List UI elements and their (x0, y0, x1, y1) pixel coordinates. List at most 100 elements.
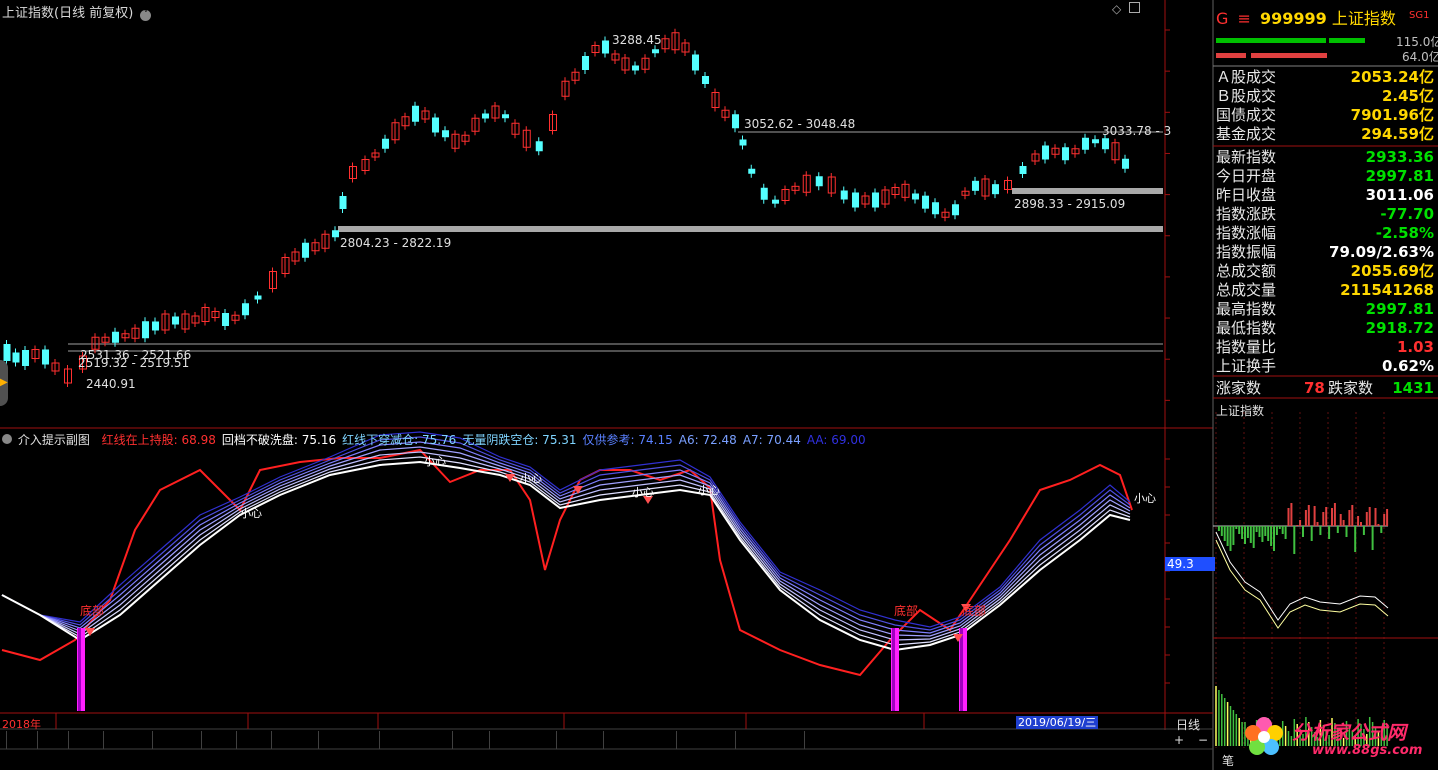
range-mid-annotation: 2804.23 - 2822.19 (340, 236, 452, 250)
quote-label: Ａ股成交 (1216, 68, 1277, 86)
quote-row: 最新指数 2933.36 (1216, 148, 1436, 167)
candle-down (632, 65, 639, 71)
range-low-b-annotation: 2519.32 - 2519.51 (78, 356, 190, 370)
candle-down (382, 138, 389, 149)
quote-row: 昨日收盘 3011.06 (1216, 186, 1436, 205)
date-highlight: 2019/06/19/三 (1016, 716, 1099, 729)
maximize-icon[interactable] (1129, 2, 1141, 13)
fall-label: 跌家数 (1328, 379, 1374, 397)
quote-label: 指数量比 (1216, 338, 1277, 356)
toolbar-button[interactable] (446, 731, 453, 749)
candle-down (932, 202, 939, 215)
candle-down (502, 114, 509, 119)
careful-label-4: 小心 (632, 486, 654, 499)
sub-chart-settings-icon[interactable] (2, 434, 12, 444)
zoom-out-button[interactable]: − (1198, 733, 1208, 747)
quote-value: 211541268 (1340, 281, 1434, 299)
toolbar-button[interactable] (62, 731, 69, 749)
indicator-band-line (1, 446, 1131, 637)
candle-down (652, 49, 659, 54)
toolbar-button[interactable] (550, 731, 557, 749)
candle-down (840, 190, 848, 200)
stock-name: 上证指数 (1331, 9, 1396, 28)
left-scroll-handle[interactable]: ▶ (0, 360, 8, 406)
toolbar-button[interactable] (31, 731, 38, 749)
toolbar-button[interactable] (798, 731, 805, 749)
quote-row: 指数振幅 79.09/2.63% (1216, 243, 1436, 262)
quote-label: Ｂ股成交 (1216, 87, 1277, 105)
quote-label: 指数涨跌 (1216, 205, 1277, 223)
candle-down (1102, 138, 1109, 150)
toolbar-button[interactable] (97, 731, 104, 749)
quote-value: 294.59亿 (1361, 125, 1434, 143)
candle-down (254, 295, 262, 300)
range-right-top-annotation: 3033.78 - 3 (1102, 124, 1172, 138)
period-button[interactable]: 日线 (1176, 716, 1200, 733)
toolbar-button[interactable] (373, 731, 380, 749)
careful-label-3: 小心 (520, 472, 542, 485)
sub-chart-legend: 红线在上持股: 68.98 回档不破洗盘: 75.16 红线下穿减仓: 75.76 无… (102, 433, 872, 447)
toolbar-button[interactable] (230, 731, 237, 749)
candle-down (732, 114, 739, 129)
bottom-tab[interactable] (44, 750, 52, 768)
toolbar-button[interactable] (146, 731, 153, 749)
watermark-url: www.88gs.com (1312, 743, 1423, 758)
fall-value: 1431 (1392, 379, 1434, 397)
candle-down (912, 193, 919, 200)
chart-corner-icons: ◇ (1112, 2, 1141, 16)
candle-down (748, 168, 756, 174)
quote-value: -77.70 (1380, 205, 1434, 223)
menu-icon[interactable]: ≡ (1238, 9, 1251, 28)
zoom-in-button[interactable]: + (1174, 733, 1184, 747)
quote-value: 2933.36 (1365, 148, 1434, 166)
advance-decline: 涨家数 78 跌家数 1431 (1216, 378, 1436, 398)
toolbar-button[interactable] (312, 731, 319, 749)
careful-label-5: 小心 (698, 484, 720, 497)
candle-down (142, 321, 149, 339)
candle-down (582, 56, 589, 70)
candle-down (1122, 158, 1129, 169)
quote-value: -2.58% (1375, 224, 1434, 242)
title-dropdown-icon[interactable]: ˅ (140, 10, 152, 21)
quote-header: G ≡ 999999 上证指数 (1216, 5, 1396, 29)
toolbar-button[interactable] (670, 731, 677, 749)
legend-item: 红线在上持股: 68.98 (101, 433, 216, 447)
sub-chart-header: 介入提示副图 红线在上持股: 68.98 回档不破洗盘: 75.16 红线下穿减仓:… (2, 431, 872, 448)
quote-value: 0.62% (1381, 357, 1434, 375)
careful-label-6: 小心 (1134, 492, 1156, 505)
toolbar-button[interactable] (265, 731, 272, 749)
volume-bar-green-1 (1216, 38, 1326, 43)
quote-row: 国债成交 7901.96亿 (1216, 106, 1436, 125)
quote-label: 最低指数 (1216, 319, 1277, 337)
diamond-icon[interactable]: ◇ (1112, 2, 1121, 16)
bottom-label-3: 底部 (962, 604, 987, 618)
candle-down (22, 350, 29, 366)
quote-value: 2055.69亿 (1350, 262, 1434, 280)
quote-label: 国债成交 (1216, 106, 1277, 124)
range-band-mid (338, 226, 1163, 232)
stock-code: 999999 (1260, 9, 1327, 28)
watermark-title: 分析家公式网 (1292, 722, 1407, 744)
buy-signal-bar-shade (892, 628, 895, 711)
toolbar-button[interactable] (0, 731, 7, 749)
sub-chart-title[interactable]: 介入提示副图 (18, 433, 90, 447)
quote-value: 2918.72 (1365, 319, 1434, 337)
quote-row: 指数涨幅 -2.58% (1216, 224, 1436, 243)
candle-down (412, 105, 419, 122)
candle-down (972, 180, 979, 191)
quote-value: 79.09/2.63% (1329, 243, 1434, 261)
legend-item: A7: 70.44 (742, 433, 801, 447)
quote-row: 指数量比 1.03 (1216, 338, 1436, 357)
candle-down (1082, 137, 1089, 150)
mini-chart-title: 上证指数 (1216, 404, 1265, 418)
candle-down (222, 313, 229, 326)
candle-down (482, 113, 489, 119)
toolbar-button[interactable] (195, 731, 202, 749)
toolbar-button[interactable] (729, 731, 736, 749)
toolbar-button[interactable] (483, 731, 490, 749)
toolbar-button[interactable] (597, 731, 604, 749)
main-chart-title: 上证指数(日线 前复权) ˅ (2, 2, 152, 21)
bottom-tab[interactable] (0, 750, 8, 768)
legend-item: 红线下穿减仓: 75.76 (342, 433, 457, 447)
candle-down (172, 316, 179, 325)
